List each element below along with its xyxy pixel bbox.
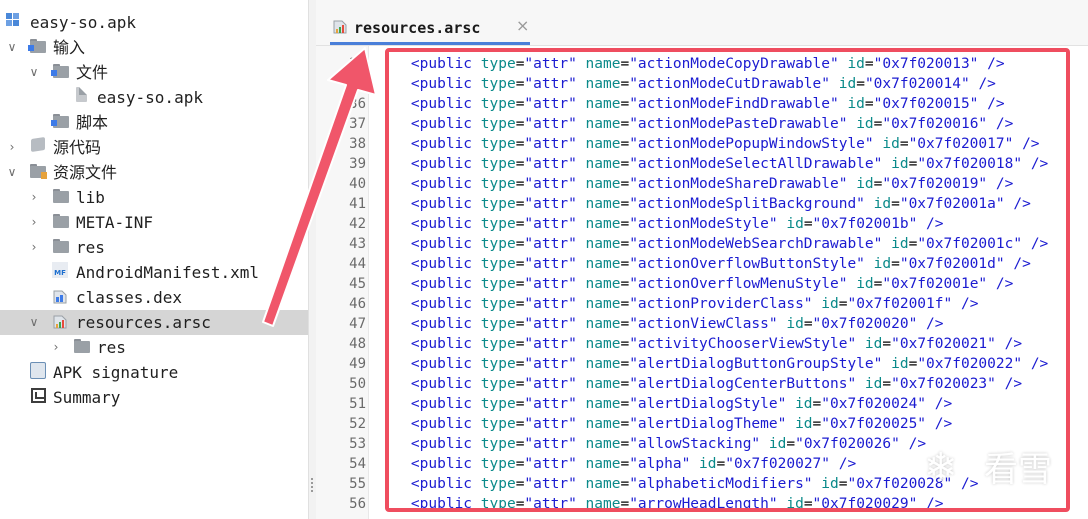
tree-item-file-apk[interactable]: easy-so.apk <box>0 85 308 110</box>
watermark-logo: ❄ 看雪 <box>924 446 1074 496</box>
tree-root-apk[interactable]: easy-so.apk <box>0 10 308 35</box>
line-number: 39 <box>349 156 366 172</box>
line-number: 46 <box>349 296 366 312</box>
chevron-right-icon[interactable]: › <box>6 135 18 160</box>
folder-icon <box>74 339 90 353</box>
line-number: 40 <box>349 176 366 192</box>
tree-root-label: easy-so.apk <box>30 13 136 32</box>
watermark-text: 看雪 <box>984 450 1052 490</box>
splitter-grip-icon[interactable] <box>311 478 315 492</box>
arsc-icon <box>52 312 68 329</box>
tree-item-apk-signature[interactable]: APK signature <box>0 360 308 385</box>
tab-title: resources.arsc <box>354 19 481 37</box>
line-number: 43 <box>349 236 366 252</box>
tree-item-label: classes.dex <box>76 288 182 307</box>
line-number-gutter: 34 35 36 37 38 39 40 41 42 43 44 45 46 47 48 49 50 51 52 53… <box>316 46 369 519</box>
tree-item-resource-files[interactable]: ∨ 资源文件 <box>0 160 308 185</box>
line-number: 36 <box>349 96 366 112</box>
line-number: 45 <box>349 276 366 292</box>
tree-item-label: 文件 <box>76 63 109 82</box>
annotation-highlight-box <box>385 48 1070 512</box>
line-number: 51 <box>349 396 366 412</box>
tree-item-label: Summary <box>53 388 121 407</box>
tab-resources-arsc[interactable]: resources.arsc × <box>330 10 530 45</box>
scripts-folder-icon <box>51 114 69 128</box>
tree-item-res[interactable]: › res <box>0 235 308 260</box>
tree-item-scripts[interactable]: 脚本 <box>0 110 308 135</box>
tree-item-classes-dex[interactable]: classes.dex <box>0 285 308 310</box>
tree-item-label: lib <box>76 188 105 207</box>
editor-tab-bar: resources.arsc × <box>316 0 1088 46</box>
chevron-right-icon[interactable]: › <box>50 335 62 360</box>
line-number: 35 <box>349 76 366 92</box>
folder-icon <box>53 214 69 228</box>
chevron-right-icon[interactable]: › <box>28 185 40 210</box>
tree-item-res-child[interactable]: › res <box>0 335 308 360</box>
tree-item-label: easy-so.apk <box>97 88 203 107</box>
chevron-down-icon[interactable]: ∨ <box>28 60 40 85</box>
chevron-down-icon[interactable]: ∨ <box>6 160 18 185</box>
arsc-icon <box>332 19 348 35</box>
line-number: 34 <box>349 56 366 72</box>
tree-item-resources-arsc[interactable]: ∨ resources.arsc <box>0 310 308 335</box>
tree-item-label: 源代码 <box>53 138 102 157</box>
input-folder-icon <box>28 39 46 53</box>
line-number: 49 <box>349 356 366 372</box>
tree-item-label: META-INF <box>76 213 154 232</box>
close-icon[interactable]: × <box>516 16 529 35</box>
tree-item-label: APK signature <box>53 363 179 382</box>
tree-item-files[interactable]: ∨ 文件 <box>0 60 308 85</box>
tree-item-meta-inf[interactable]: › META-INF <box>0 210 308 235</box>
tree-item-label: res <box>97 338 126 357</box>
files-folder-icon <box>51 64 69 78</box>
chevron-right-icon[interactable]: › <box>28 235 40 260</box>
tree-item-lib[interactable]: › lib <box>0 185 308 210</box>
line-number: 44 <box>349 256 366 272</box>
folder-icon <box>53 189 69 203</box>
summary-icon <box>31 388 46 403</box>
tree-item-android-manifest[interactable]: MF AndroidManifest.xml <box>0 260 308 285</box>
resources-folder-icon <box>30 164 47 179</box>
manifest-icon: MF <box>52 262 68 278</box>
line-number: 52 <box>349 416 366 432</box>
tree-item-label: 输入 <box>53 38 86 57</box>
chevron-down-icon[interactable]: ∨ <box>6 35 18 60</box>
folder-icon <box>53 239 69 253</box>
snowflake-icon: ❄ <box>924 445 958 491</box>
tree-item-label: 资源文件 <box>53 163 118 182</box>
tree-item-input[interactable]: ∨ 输入 <box>0 35 308 60</box>
chevron-right-icon[interactable]: › <box>28 210 40 235</box>
chevron-down-icon[interactable]: ∨ <box>28 310 40 335</box>
dex-icon <box>52 287 68 304</box>
line-number: 54 <box>349 456 366 472</box>
file-icon <box>76 87 87 102</box>
line-number: 48 <box>349 336 366 352</box>
line-number: 53 <box>349 436 366 452</box>
tree-item-label: resources.arsc <box>76 313 211 332</box>
tree-item-label: AndroidManifest.xml <box>76 263 260 282</box>
line-number: 41 <box>349 196 366 212</box>
line-number: 37 <box>349 116 366 132</box>
line-number: 56 <box>349 496 366 512</box>
tree-item-label: 脚本 <box>76 113 109 132</box>
signature-icon <box>30 362 46 379</box>
line-number: 42 <box>349 216 366 232</box>
package-icon <box>31 137 45 152</box>
tree-item-source-code[interactable]: › 源代码 <box>0 135 308 160</box>
line-number: 55 <box>349 476 366 492</box>
line-number: 50 <box>349 376 366 392</box>
tree-item-label: res <box>76 238 105 257</box>
apk-icon <box>6 13 20 27</box>
line-number: 38 <box>349 136 366 152</box>
project-tree: easy-so.apk ∨ 输入 ∨ 文件 easy-so.apk 脚本 › 源… <box>0 0 308 519</box>
line-number: 47 <box>349 316 366 332</box>
tree-item-summary[interactable]: Summary <box>0 385 308 410</box>
